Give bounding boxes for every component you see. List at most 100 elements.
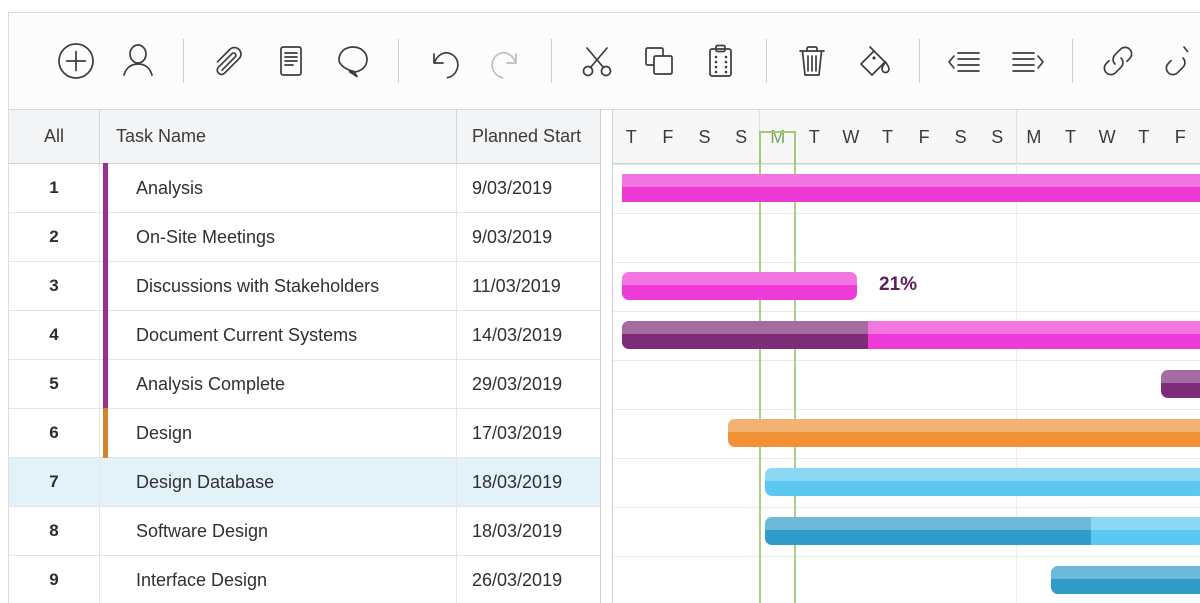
table-row[interactable]: 6Design17/03/2019 — [9, 409, 600, 458]
task-name-cell[interactable]: Software Design — [100, 507, 457, 555]
task-name-cell[interactable]: Analysis Complete — [100, 360, 457, 408]
timeline-day-header[interactable]: T — [613, 110, 650, 164]
planned-start-cell[interactable]: 26/03/2019 — [457, 556, 600, 603]
task-name-label: Analysis Complete — [136, 374, 285, 395]
copy-icon[interactable] — [628, 30, 690, 92]
gantt-bar[interactable] — [1161, 370, 1200, 398]
chart-row-divider — [613, 311, 1200, 312]
grid-chart-splitter[interactable] — [601, 110, 613, 603]
table-row[interactable]: 9Interface Design26/03/2019 — [9, 556, 600, 603]
gantt-bar[interactable] — [622, 321, 1200, 349]
planned-start-cell[interactable]: 17/03/2019 — [457, 409, 600, 457]
gantt-bar-progress — [765, 517, 1091, 545]
gantt-bar-track — [622, 272, 857, 300]
planned-start-cell[interactable]: 18/03/2019 — [457, 507, 600, 555]
task-name-label: Design Database — [136, 472, 274, 493]
toolbar-separator — [919, 39, 920, 83]
task-name-label: Discussions with Stakeholders — [136, 276, 379, 297]
column-header-planned-start[interactable]: Planned Start — [457, 110, 600, 163]
gantt-bar-progress — [1051, 566, 1200, 594]
unlink-icon[interactable] — [1149, 30, 1200, 92]
table-row[interactable]: 3Discussions with Stakeholders11/03/2019 — [9, 262, 600, 311]
fill-color-icon[interactable] — [843, 30, 905, 92]
table-row[interactable]: 5Analysis Complete29/03/2019 — [9, 360, 600, 409]
task-name-label: Document Current Systems — [136, 325, 357, 346]
planned-start-cell[interactable]: 29/03/2019 — [457, 360, 600, 408]
task-name-cell[interactable]: Analysis — [100, 164, 457, 212]
attachment-icon[interactable] — [198, 30, 260, 92]
table-row[interactable]: 8Software Design18/03/2019 — [9, 507, 600, 556]
add-task-icon[interactable] — [45, 30, 107, 92]
planned-start-cell[interactable]: 14/03/2019 — [457, 311, 600, 359]
gantt-bar-progress — [622, 321, 868, 349]
gantt-bar-highlight — [728, 419, 1200, 432]
row-id-cell: 1 — [9, 164, 100, 212]
column-header-task-name[interactable]: Task Name — [100, 110, 457, 163]
task-name-cell[interactable]: Design — [100, 409, 457, 457]
gantt-bar[interactable] — [728, 419, 1200, 447]
gantt-bar-progress-highlight — [765, 517, 1091, 530]
cut-icon[interactable] — [566, 30, 628, 92]
gantt-bar-track — [1161, 370, 1200, 398]
task-name-cell[interactable]: Interface Design — [100, 556, 457, 603]
timeline-day-header[interactable]: T — [1052, 110, 1089, 164]
chart-plot-area: 21% — [613, 164, 1200, 603]
timeline-day-header[interactable]: S — [942, 110, 979, 164]
timeline-day-header[interactable]: W — [833, 110, 870, 164]
undo-icon[interactable] — [413, 30, 475, 92]
assign-resource-icon[interactable] — [107, 30, 169, 92]
grid-rows: 1Analysis9/03/20192On-Site Meetings9/03/… — [9, 164, 600, 603]
chart-row-divider — [613, 507, 1200, 508]
column-header-all[interactable]: All — [9, 110, 100, 163]
timeline-day-header[interactable]: F — [1162, 110, 1199, 164]
timeline-day-header[interactable]: S — [723, 110, 760, 164]
indent-icon[interactable] — [996, 30, 1058, 92]
table-row[interactable]: 1Analysis9/03/2019 — [9, 164, 600, 213]
task-name-cell[interactable]: On-Site Meetings — [100, 213, 457, 261]
timeline-day-header[interactable]: M — [1016, 110, 1053, 164]
timeline-day-header[interactable]: S — [686, 110, 723, 164]
planned-start-cell[interactable]: 18/03/2019 — [457, 458, 600, 506]
toolbar-separator — [183, 39, 184, 83]
timeline-day-header[interactable]: F — [650, 110, 687, 164]
grid-header-row: All Task Name Planned Start — [9, 110, 600, 164]
gantt-bar-highlight — [622, 272, 857, 285]
gantt-bar[interactable] — [622, 174, 1200, 202]
row-id-cell: 4 — [9, 311, 100, 359]
gantt-bar[interactable]: 21% — [622, 272, 857, 300]
delete-icon[interactable] — [781, 30, 843, 92]
chart-row-divider — [613, 360, 1200, 361]
table-row[interactable]: 2On-Site Meetings9/03/2019 — [9, 213, 600, 262]
task-name-cell[interactable]: Document Current Systems — [100, 311, 457, 359]
task-name-cell[interactable]: Discussions with Stakeholders — [100, 262, 457, 310]
planned-start-cell[interactable]: 11/03/2019 — [457, 262, 600, 310]
gantt-bar-highlight — [622, 174, 1200, 187]
gantt-bar[interactable] — [765, 517, 1200, 545]
paste-icon[interactable] — [690, 30, 752, 92]
notes-icon[interactable] — [260, 30, 322, 92]
task-name-label: Design — [136, 423, 192, 444]
timeline-day-header[interactable]: S — [979, 110, 1016, 164]
link-icon[interactable] — [1087, 30, 1149, 92]
task-name-cell[interactable]: Design Database — [100, 458, 457, 506]
chart-row-divider — [613, 458, 1200, 459]
comment-icon[interactable] — [322, 30, 384, 92]
table-row[interactable]: 7Design Database18/03/2019 — [9, 458, 600, 507]
gantt-bar[interactable] — [765, 468, 1200, 496]
chart-row-divider — [613, 262, 1200, 263]
task-name-label: On-Site Meetings — [136, 227, 275, 248]
timeline-day-header[interactable]: T — [796, 110, 833, 164]
outdent-icon[interactable] — [934, 30, 996, 92]
timeline-day-header[interactable]: T — [1125, 110, 1162, 164]
gantt-bar[interactable] — [1051, 566, 1200, 594]
timeline-day-header[interactable]: F — [906, 110, 943, 164]
today-marker-header — [759, 131, 796, 164]
planned-start-cell[interactable]: 9/03/2019 — [457, 213, 600, 261]
row-id-cell: 8 — [9, 507, 100, 555]
table-row[interactable]: 4 Document Current Systems 14/03/2019 — [9, 311, 600, 360]
timeline-day-header[interactable]: W — [1089, 110, 1126, 164]
planned-start-cell[interactable]: 9/03/2019 — [457, 164, 600, 212]
timeline-day-header[interactable]: T — [869, 110, 906, 164]
gantt-bar-highlight — [1161, 370, 1200, 383]
row-id-cell: 9 — [9, 556, 100, 603]
